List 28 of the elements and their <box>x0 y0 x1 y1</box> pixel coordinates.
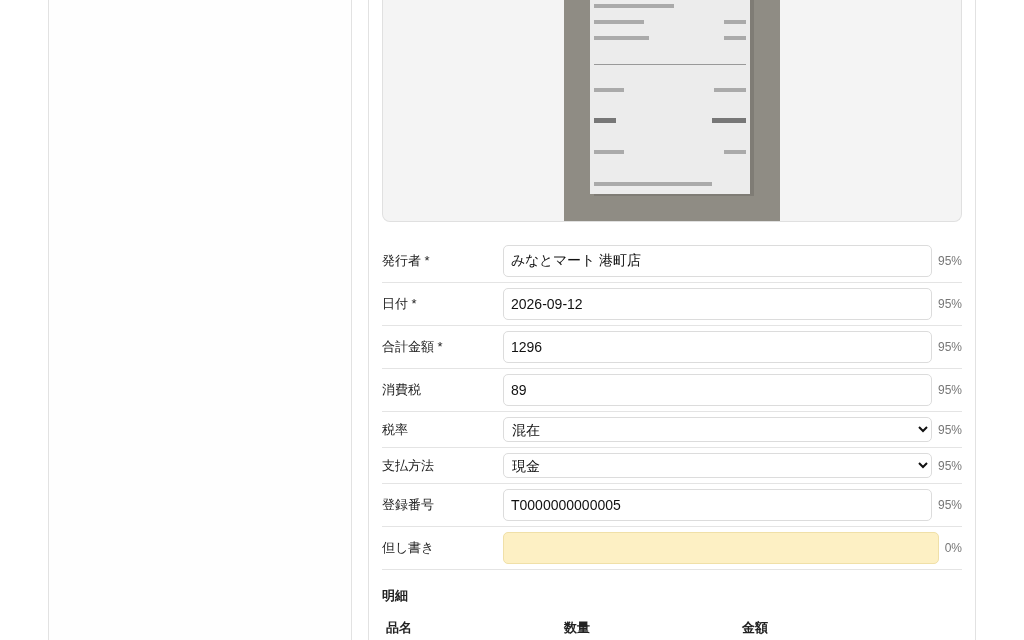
field-label: 但し書き <box>382 539 435 557</box>
column-header: 品名 <box>386 619 413 637</box>
confidence-label: 95% <box>937 498 962 512</box>
confidence-label: 95% <box>937 254 962 268</box>
confidence-label: 95% <box>937 422 962 437</box>
input-field[interactable]: 89 <box>503 374 932 406</box>
confidence-label: 95% <box>937 340 962 354</box>
input-field[interactable]: 2026-09-12 <box>503 288 932 320</box>
input-field[interactable]: T0000000000005 <box>503 489 932 521</box>
input-field[interactable]: みなとマート 港町店 <box>503 245 932 277</box>
confidence-label: 95% <box>937 297 962 311</box>
field-label: 支払方法 <box>382 456 435 475</box>
field-label: 登録番号 <box>382 496 435 514</box>
field-label: 合計金額 * <box>382 338 444 356</box>
section-title: 明細 <box>382 587 408 605</box>
confidence-label: 95% <box>937 458 962 473</box>
input-field[interactable] <box>503 532 939 564</box>
select-field[interactable]: 現金 <box>503 453 932 478</box>
input-field[interactable]: 1296 <box>503 331 932 363</box>
field-label: 税率 <box>382 420 409 439</box>
confidence-label: 0% <box>944 541 962 555</box>
column-header: 金額 <box>742 619 769 637</box>
field-label: 日付 * <box>382 295 418 313</box>
column-header: 数量 <box>564 619 591 637</box>
field-label: 発行者 * <box>382 252 431 270</box>
confidence-label: 95% <box>937 383 962 397</box>
select-field[interactable]: 混在 <box>503 417 932 442</box>
field-label: 消費税 <box>382 381 422 399</box>
